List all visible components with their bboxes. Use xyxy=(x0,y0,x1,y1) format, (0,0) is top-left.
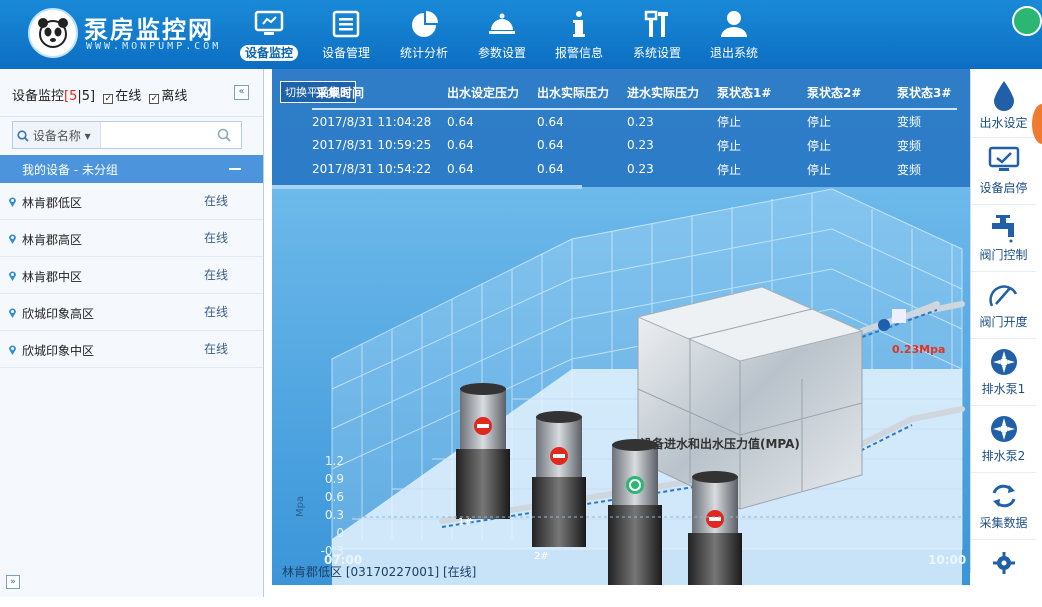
search-submit-icon[interactable] xyxy=(217,128,231,142)
pump-label: 1# xyxy=(458,517,473,528)
sidebar-header: 设备监控[5|5] ✓ 在线 ✓ 离线 « xyxy=(0,69,263,117)
y-unit: Mpa xyxy=(295,495,307,518)
device-start-stop-button[interactable]: 设备启停 xyxy=(971,138,1036,205)
table-scrollbar[interactable] xyxy=(272,185,582,189)
table-row: 2017/8/31 10:54:22 0.64 0.64 0.23 停止 停止 变频 xyxy=(312,162,922,177)
total-count: 5 xyxy=(81,89,91,104)
device-item[interactable]: 欣城印象高区 在线 xyxy=(0,294,263,331)
inlet-pressure-label: 0.23Mpa xyxy=(892,343,946,356)
info-icon xyxy=(573,11,585,37)
control-toolbar: 出水设定 设备启停 阀门控制 阀门开度 排水泵1 排水泵2 采集数据 xyxy=(970,71,1036,574)
gauge-icon xyxy=(988,285,1017,307)
chat-icon[interactable] xyxy=(1012,6,1042,36)
location-pin-icon xyxy=(9,345,16,355)
nav-system-settings[interactable]: 系统设置 xyxy=(622,6,692,66)
device-group-header[interactable]: 我的设备 - 未分组 xyxy=(0,155,263,183)
device-sidebar: 设备监控[5|5] ✓ 在线 ✓ 离线 « 设备名称 ▾ 我的设备 - 未分组 林肯… xyxy=(0,69,264,597)
location-pin-icon xyxy=(9,234,16,244)
water-drop-icon xyxy=(993,81,1014,111)
table-row: 2017/8/31 11:04:28 0.64 0.64 0.23 停止 停止 变频 xyxy=(312,114,922,130)
pump-label: 2# xyxy=(534,551,549,562)
online-filter-label: 在线 xyxy=(115,89,142,104)
collection-data-table: 采集时间 出水设定压力 出水实际压力 进水实际压力 泵状态1# 泵状态2# 泵状… xyxy=(312,77,957,181)
collapse-group-icon[interactable] xyxy=(229,168,241,170)
panda-logo xyxy=(28,8,78,58)
monitor-power-icon xyxy=(988,146,1019,171)
nav-device-management[interactable]: 设备管理 xyxy=(311,6,381,66)
collect-data-button[interactable]: 采集数据 xyxy=(971,473,1036,540)
col-pump-2-status: 泵状态2# xyxy=(807,77,897,110)
data-table-panel: 切换平面视图 采集时间 出水设定压力 出水实际压力 进水实际压力 泵状态1# 泵… xyxy=(272,69,970,189)
bell-icon xyxy=(489,13,515,34)
nav-device-monitor[interactable]: 设备监控 xyxy=(234,6,304,66)
tools-icon xyxy=(644,10,668,37)
device-item[interactable]: 林肯郡低区 在线 xyxy=(0,183,263,220)
y-tick: 0.3 xyxy=(324,508,344,522)
sidebar-title: 设备监控 xyxy=(12,89,65,104)
monitor-icon xyxy=(254,10,284,35)
online-checkbox[interactable]: ✓ xyxy=(103,94,114,104)
offline-filter-label: 离线 xyxy=(161,89,188,104)
chart-title: 设备进水和出水压力值(MPA) xyxy=(640,437,800,451)
site-subtitle: WWW.MONPUMP.COM xyxy=(86,41,222,52)
nav-alarm-info[interactable]: 报警信息 xyxy=(544,6,614,66)
y-tick: 0.6 xyxy=(324,490,344,504)
x-tick: 10:00 xyxy=(928,553,967,567)
table-row: 2017/8/31 10:59:25 0.64 0.64 0.23 停止 停止 变频 xyxy=(312,138,922,153)
list-icon xyxy=(332,10,360,38)
offline-checkbox[interactable]: ✓ xyxy=(149,94,160,104)
collapse-sidebar-button[interactable]: « xyxy=(234,85,249,100)
nav-parameter-settings[interactable]: 参数设置 xyxy=(467,6,537,66)
device-item[interactable]: 林肯郡高区 在线 xyxy=(0,220,263,257)
refresh-icon xyxy=(992,484,1015,508)
user-icon xyxy=(721,11,747,37)
device-caption: 林肯郡低区 [03170227001] [在线] xyxy=(282,565,477,579)
location-pin-icon xyxy=(9,308,16,318)
nav-logout[interactable]: 退出系统 xyxy=(699,6,769,66)
site-title: 泵房监控网 xyxy=(84,16,214,44)
valve-opening-button[interactable]: 阀门开度 xyxy=(971,272,1036,339)
device-item[interactable]: 林肯郡中区 在线 xyxy=(0,257,263,294)
pie-chart-icon xyxy=(412,11,438,37)
device-item[interactable]: 欣城印象中区 在线 xyxy=(0,331,263,368)
faucet-icon xyxy=(991,215,1014,243)
outlet-setting-button[interactable]: 出水设定 xyxy=(971,71,1036,138)
y-tick: 1.2 xyxy=(324,454,344,468)
col-pump-3-status: 泵状态3# xyxy=(897,77,957,110)
search-icon xyxy=(17,130,29,142)
gear-icon xyxy=(992,552,1015,574)
col-inlet-actual-pressure: 进水实际压力 xyxy=(627,77,717,110)
col-collect-time: 采集时间 xyxy=(312,77,447,110)
nav-statistics[interactable]: 统计分析 xyxy=(389,6,459,66)
expand-panel-button[interactable]: » xyxy=(6,575,20,589)
location-pin-icon xyxy=(9,197,16,207)
col-pump-1-status: 泵状态1# xyxy=(717,77,807,110)
device-search-box[interactable]: 设备名称 ▾ xyxy=(12,121,242,149)
pump-fan-icon xyxy=(990,416,1017,442)
pump-fan-icon xyxy=(990,349,1017,375)
search-filter-dropdown[interactable]: 设备名称 ▾ xyxy=(13,122,101,148)
y-tick: 0 xyxy=(336,526,344,540)
pump-room-scene: 切换平面视图 采集时间 出水设定压力 出水实际压力 进水实际压力 泵状态1# 泵… xyxy=(272,69,970,585)
drain-pump-2-button[interactable]: 排水泵2 xyxy=(971,406,1036,473)
valve-control-button[interactable]: 阀门控制 xyxy=(971,205,1036,272)
col-outlet-set-pressure: 出水设定压力 xyxy=(447,77,537,110)
location-pin-icon xyxy=(9,271,16,281)
col-outlet-actual-pressure: 出水实际压力 xyxy=(537,77,627,110)
drain-pump-1-button[interactable]: 排水泵1 xyxy=(971,339,1036,406)
y-tick: 0.9 xyxy=(324,472,344,486)
top-header: 泵房监控网 WWW.MONPUMP.COM 设备监控 设备管理 统计分析 参数设… xyxy=(0,0,1042,69)
